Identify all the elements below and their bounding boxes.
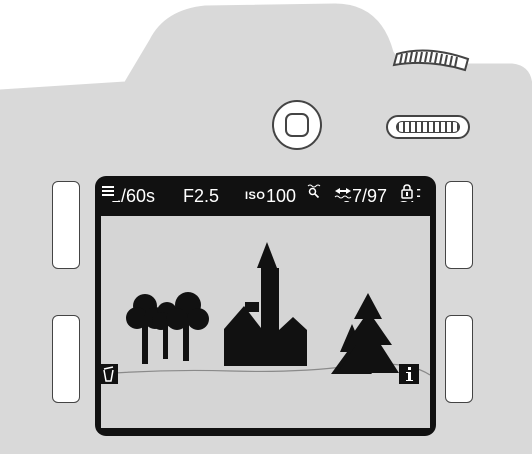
tree-group	[126, 292, 209, 364]
center-navigation-button[interactable]	[272, 100, 322, 150]
iso-label: ISO	[245, 190, 266, 202]
camera-rear-interface: 1/60s F2.5 ISO 100 97/97 CF	[0, 0, 532, 454]
info-icon-graphic	[406, 367, 413, 381]
info-icon[interactable]	[399, 364, 419, 384]
menu-icon-graphic	[102, 186, 114, 196]
church	[224, 242, 307, 366]
aperture-value: F2.5	[183, 186, 220, 206]
compare-icon[interactable]	[333, 181, 353, 201]
zoom-icon[interactable]	[304, 181, 324, 201]
thumbwheel-ridges	[396, 121, 460, 133]
thumbwheel[interactable]	[386, 115, 470, 139]
delete-icon-graphic	[103, 366, 114, 382]
lock-icon[interactable]	[397, 181, 417, 201]
delete-icon[interactable]	[98, 364, 118, 384]
image-preview	[101, 216, 430, 428]
compare-icon-graphic	[334, 188, 352, 199]
zoom-icon-graphic	[307, 184, 321, 199]
status-bar: 1/60s F2.5 ISO 100 97/97 CF	[95, 176, 436, 210]
right-upper-button[interactable]	[445, 181, 473, 269]
right-lower-button[interactable]	[445, 315, 473, 403]
menu-icon[interactable]	[98, 181, 118, 201]
left-upper-button[interactable]	[52, 181, 80, 269]
lock-icon-graphic	[401, 184, 413, 199]
pine-trees	[331, 293, 399, 374]
left-lower-button[interactable]	[52, 315, 80, 403]
center-button-inner	[285, 113, 309, 137]
camera-display: 1/60s F2.5 ISO 100 97/97 CF	[95, 176, 436, 436]
iso-value: 100	[266, 186, 297, 206]
landscape-preview-image	[101, 242, 430, 376]
top-control-dial[interactable]	[392, 45, 476, 72]
